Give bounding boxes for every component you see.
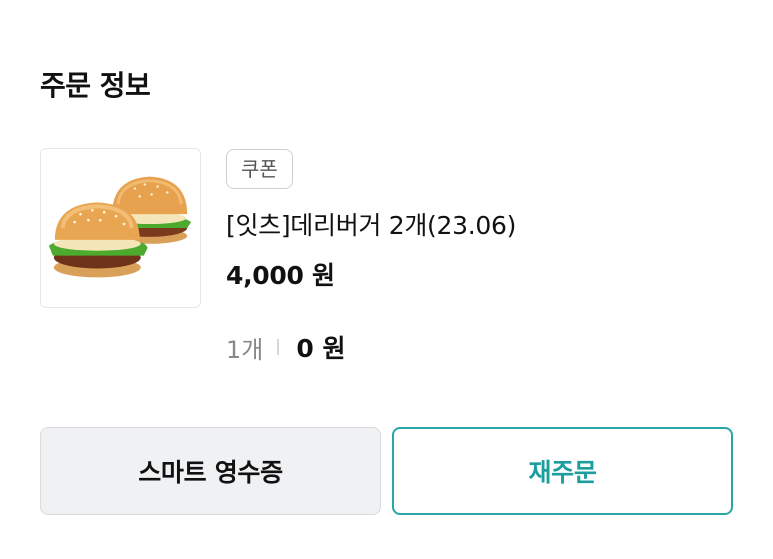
burger-image-icon: [48, 176, 192, 278]
reorder-button[interactable]: 재주문: [392, 427, 733, 515]
product-price: 4,000 원: [226, 261, 335, 290]
product-name: [잇츠]데리버거 2개(23.06): [226, 211, 517, 240]
coupon-badge: 쿠폰: [226, 149, 293, 189]
divider: [277, 339, 280, 355]
quantity-row: 1개 0 원: [226, 331, 346, 364]
quantity: 1개: [226, 335, 264, 364]
order-info-title: 주문 정보: [40, 69, 151, 102]
product-image: [40, 148, 201, 308]
smart-receipt-button[interactable]: 스마트 영수증: [40, 427, 381, 515]
line-amount: 0 원: [296, 334, 346, 363]
